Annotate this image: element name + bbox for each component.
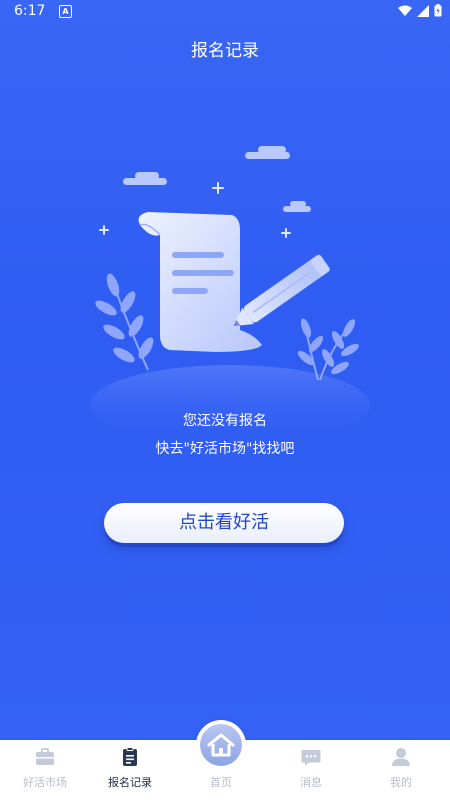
empty-state-message: 您还没有报名 <box>183 413 267 429</box>
pencil-icon <box>233 254 330 327</box>
tab-label: 好活市场 <box>23 776 67 789</box>
empty-state-hint: 快去"好活市场"找找吧 <box>155 441 295 457</box>
page-title: 报名记录 <box>191 41 259 61</box>
wifi-icon <box>398 5 412 16</box>
home-icon <box>207 733 235 757</box>
chat-icon <box>301 750 321 766</box>
leaf-decoration-left <box>95 273 154 371</box>
status-bar: 6:17 A <box>0 0 450 26</box>
notification-icon: A <box>59 5 72 18</box>
tab-messages[interactable]: 消息 <box>266 740 356 800</box>
home-button[interactable] <box>196 720 246 770</box>
scroll-paper <box>138 212 262 352</box>
status-time: 6:17 <box>14 3 46 19</box>
tab-label: 报名记录 <box>108 776 152 789</box>
empty-state-illustration <box>90 146 370 430</box>
screen-background: 6:17 A 报名记录 您还没有报名 快去"好活市场"找找吧 点击看好活 <box>0 0 450 740</box>
tab-profile[interactable]: 我的 <box>356 740 446 800</box>
leaf-decoration-right <box>297 318 359 381</box>
system-icons <box>398 4 442 17</box>
tab-label: 消息 <box>300 776 322 789</box>
browse-jobs-button[interactable]: 点击看好活 <box>104 503 344 543</box>
signal-icon <box>417 4 429 17</box>
tab-label: 我的 <box>390 776 412 789</box>
user-icon <box>392 748 410 766</box>
tab-job-market[interactable]: 好活市场 <box>0 740 90 800</box>
battery-icon <box>434 4 442 17</box>
cloud-icons <box>123 146 311 212</box>
clipboard-icon <box>123 747 137 766</box>
briefcase-icon <box>36 748 54 765</box>
tab-signup-records[interactable]: 报名记录 <box>85 740 175 800</box>
tab-label: 首页 <box>210 776 232 789</box>
